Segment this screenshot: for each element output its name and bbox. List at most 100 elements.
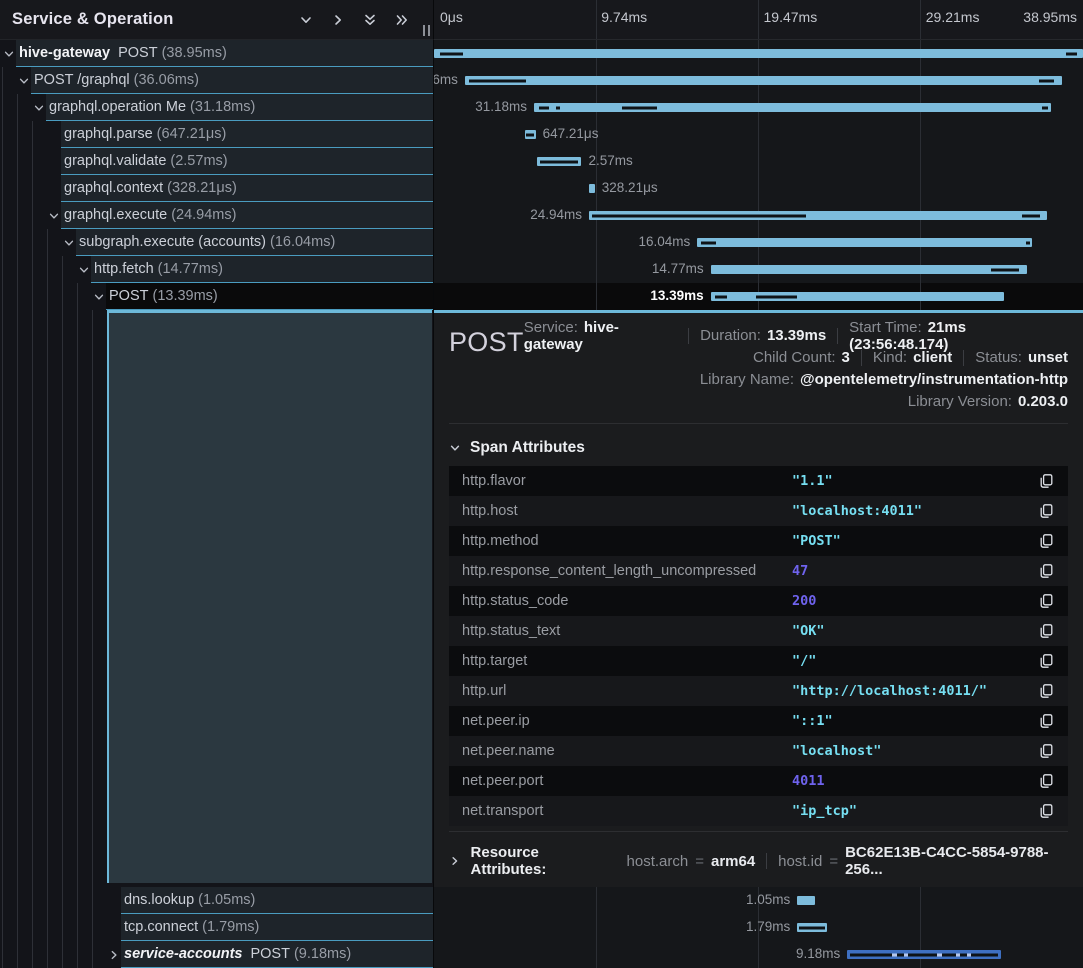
indent-guides (0, 256, 75, 283)
expand-all-icon[interactable] (394, 12, 409, 27)
span-bar-cell[interactable]: 2.57ms (434, 148, 1083, 175)
span-duration-bar[interactable] (537, 157, 581, 166)
child-span-marker (799, 926, 825, 929)
span-duration-bar[interactable] (711, 292, 1004, 301)
meta-label: Start Time: (849, 319, 922, 336)
span-name-cell[interactable]: graphql.context(328.21μs) (0, 175, 434, 202)
copy-icon[interactable] (1038, 773, 1055, 790)
copy-icon[interactable] (1038, 593, 1055, 610)
span-duration-label: 328.21μs (602, 175, 658, 201)
span-duration-bar[interactable] (434, 49, 1083, 58)
chevron-down-icon[interactable] (92, 283, 105, 310)
attribute-value: "http://localhost:4011/" (792, 683, 1038, 699)
attribute-value: "ip_tcp" (792, 803, 1038, 819)
span-bar-cell[interactable]: 328.21μs (434, 175, 1083, 202)
divider (837, 328, 838, 344)
span-bar-cell[interactable]: 1.05ms (434, 887, 1083, 914)
span-name-cell[interactable]: POST(13.39ms) (0, 283, 434, 310)
attribute-value: "localhost:4011" (792, 503, 1038, 519)
bar-tick-marker (967, 953, 970, 956)
copy-icon[interactable] (1038, 533, 1055, 550)
copy-icon[interactable] (1038, 713, 1055, 730)
span-name-cell[interactable]: graphql.validate(2.57ms) (0, 148, 434, 175)
attribute-key: http.status_code (462, 593, 792, 609)
span-bar-cell[interactable]: 9.18ms (434, 941, 1083, 968)
copy-icon[interactable] (1038, 563, 1055, 580)
span-attributes-header[interactable]: Span Attributes (449, 439, 1068, 457)
copy-icon[interactable] (1038, 743, 1055, 760)
attribute-value: "/" (792, 653, 1038, 669)
chevron-down-icon[interactable] (17, 67, 30, 94)
span-bar-cell[interactable]: 1.79ms (434, 914, 1083, 941)
span-bar-cell[interactable]: 14.77ms (434, 256, 1083, 283)
span-duration-bar[interactable] (525, 130, 536, 139)
chevron-down-icon[interactable] (2, 40, 15, 67)
span-row: POST(13.39ms)13.39ms (0, 283, 1083, 310)
span-duration-text: (2.57ms) (170, 153, 227, 169)
span-name-cell[interactable]: graphql.execute(24.94ms) (0, 202, 434, 229)
span-row: graphql.parse(647.21μs) 647.21μs (0, 121, 1083, 148)
span-name-cell[interactable]: dns.lookup(1.05ms) (0, 887, 434, 914)
copy-icon[interactable] (1038, 803, 1055, 820)
span-row-content: graphql.operation Me(31.18ms) (46, 94, 433, 121)
span-bar-cell[interactable]: 647.21μs (434, 121, 1083, 148)
resource-attributes-row[interactable]: Resource Attributes: host.arch=arm64host… (449, 844, 1068, 878)
chevron-down-icon[interactable] (62, 229, 75, 256)
span-duration-bar[interactable] (534, 103, 1051, 112)
span-name-cell[interactable]: subgraph.execute (accounts)(16.04ms) (0, 229, 434, 256)
copy-icon[interactable] (1038, 653, 1055, 670)
span-duration-bar[interactable] (697, 238, 1032, 247)
span-name-cell[interactable]: hive-gatewayPOST(38.95ms) (0, 40, 434, 67)
copy-icon[interactable] (1038, 683, 1055, 700)
span-duration-bar[interactable] (589, 211, 1047, 220)
span-bar-cell[interactable]: 36.06ms (434, 67, 1083, 94)
attribute-key: http.response_content_length_uncompresse… (462, 563, 792, 579)
collapse-one-icon[interactable] (298, 12, 313, 27)
equals-sign: = (829, 853, 838, 870)
expand-one-icon[interactable] (330, 12, 345, 27)
span-duration-bar[interactable] (797, 896, 814, 905)
span-name-cell[interactable]: graphql.operation Me(31.18ms) (0, 94, 434, 121)
span-duration-bar[interactable] (847, 950, 1000, 959)
span-name-cell[interactable]: tcp.connect(1.79ms) (0, 914, 434, 941)
bar-tick-marker (904, 953, 908, 956)
span-detail-section: POST Service:hive-gatewayDuration:13.39m… (0, 310, 1083, 887)
meta-label: Duration: (700, 327, 761, 344)
column-resizer-grip[interactable] (423, 25, 430, 36)
indent-guides (0, 914, 105, 941)
span-detail-panel: POST Service:hive-gatewayDuration:13.39m… (434, 310, 1083, 887)
meta-value: unset (1028, 349, 1068, 366)
resource-value: BC62E13B-C4CC-5854-9788-256... (845, 844, 1068, 878)
chevron-down-icon[interactable] (47, 202, 60, 229)
span-duration-text: (31.18ms) (190, 99, 255, 115)
operation-name: POST (118, 45, 157, 61)
span-bar-cell[interactable]: 31.18ms (434, 94, 1083, 121)
copy-icon[interactable] (1038, 623, 1055, 640)
span-name-cell[interactable]: graphql.parse(647.21μs) (0, 121, 434, 148)
span-bar-cell[interactable]: 13.39ms (434, 283, 1083, 310)
span-name-cell[interactable]: http.fetch(14.77ms) (0, 256, 434, 283)
span-duration-bar[interactable] (589, 184, 595, 193)
chevron-down-icon[interactable] (77, 256, 90, 283)
child-span-marker (622, 106, 657, 109)
span-duration-bar[interactable] (797, 923, 827, 932)
span-bar-cell[interactable]: 24.94ms (434, 202, 1083, 229)
attribute-value: "OK" (792, 623, 1038, 639)
span-bar-cell[interactable] (434, 40, 1083, 67)
copy-icon[interactable] (1038, 503, 1055, 520)
span-duration-bar[interactable] (711, 265, 1028, 274)
detail-meta-pair: Kind:client (873, 349, 952, 366)
span-name-cell[interactable]: POST /graphql(36.06ms) (0, 67, 434, 94)
span-bar-cell[interactable]: 16.04ms (434, 229, 1083, 256)
copy-icon[interactable] (1038, 473, 1055, 490)
bar-tick-marker (892, 953, 897, 956)
chevron-right-icon[interactable] (107, 941, 120, 968)
span-name-cell[interactable]: service-accountsPOST(9.18ms) (0, 941, 434, 968)
collapse-all-icon[interactable] (362, 12, 377, 27)
span-duration-label: 647.21μs (543, 121, 599, 147)
operation-name: dns.lookup (124, 892, 194, 908)
attribute-row: http.status_code200 (449, 586, 1068, 616)
chevron-down-icon[interactable] (32, 94, 45, 121)
ruler-tick: 38.95ms (1023, 9, 1077, 25)
span-duration-bar[interactable] (465, 76, 1062, 85)
